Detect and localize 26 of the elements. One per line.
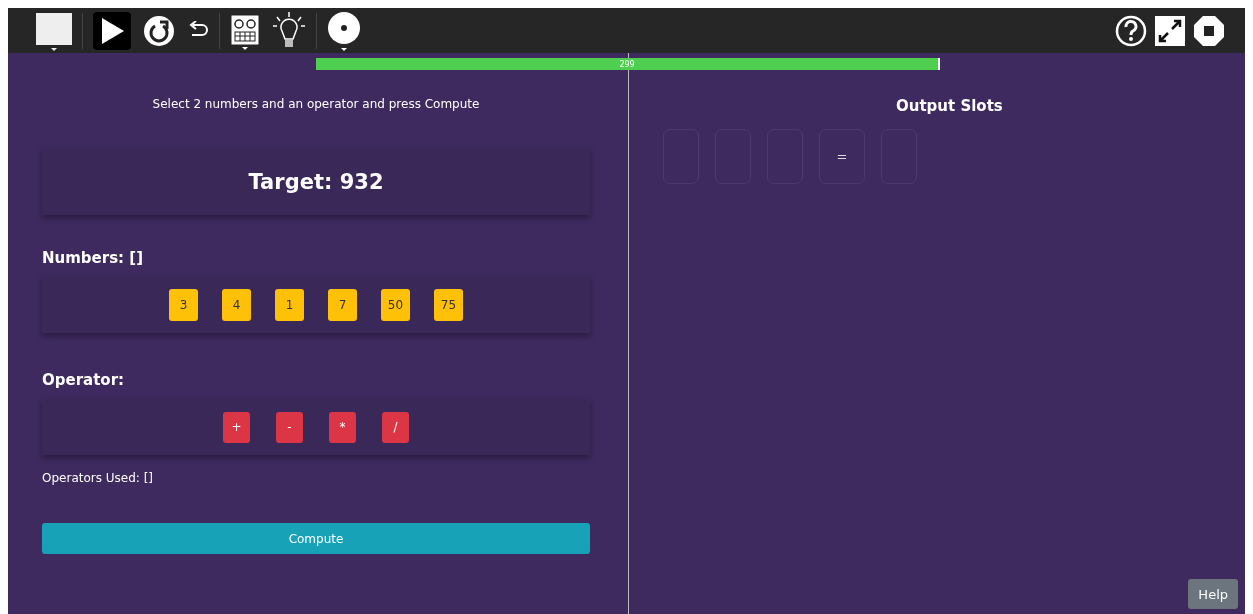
progress-label: 299 (619, 59, 635, 69)
instruction-text: Select 2 numbers and an operator and press Compute (151, 97, 481, 111)
operator-button[interactable]: - (276, 411, 303, 443)
number-tile[interactable]: 1 (275, 289, 304, 321)
output-slots-title: Output Slots (896, 97, 1004, 115)
play-icon[interactable] (93, 11, 131, 50)
number-tile[interactable]: 50 (381, 289, 410, 321)
help-button[interactable]: Help (1188, 579, 1238, 609)
operator-button[interactable]: * (329, 411, 356, 443)
number-tile[interactable]: 75 (434, 289, 463, 321)
stop-icon[interactable] (1193, 14, 1225, 47)
number-tile[interactable]: 7 (328, 289, 357, 321)
operator-button[interactable]: + (223, 411, 250, 443)
help-icon[interactable] (1115, 14, 1147, 47)
number-tile[interactable]: 3 (169, 289, 198, 321)
number-tile[interactable]: 4 (222, 289, 251, 321)
operator-label: Operator: (42, 371, 126, 389)
numbers-label: Numbers: [] (42, 249, 145, 267)
equals-slot: = (819, 129, 865, 184)
fullscreen-icon[interactable] (1155, 15, 1185, 46)
restart-icon[interactable] (143, 14, 175, 47)
disc-icon[interactable] (327, 10, 361, 51)
target-text: Target: 932 (248, 170, 384, 194)
operators-used-text: Operators Used: [] (42, 471, 155, 485)
operator-button[interactable]: / (382, 411, 409, 443)
blank-tile-icon[interactable] (36, 10, 72, 51)
